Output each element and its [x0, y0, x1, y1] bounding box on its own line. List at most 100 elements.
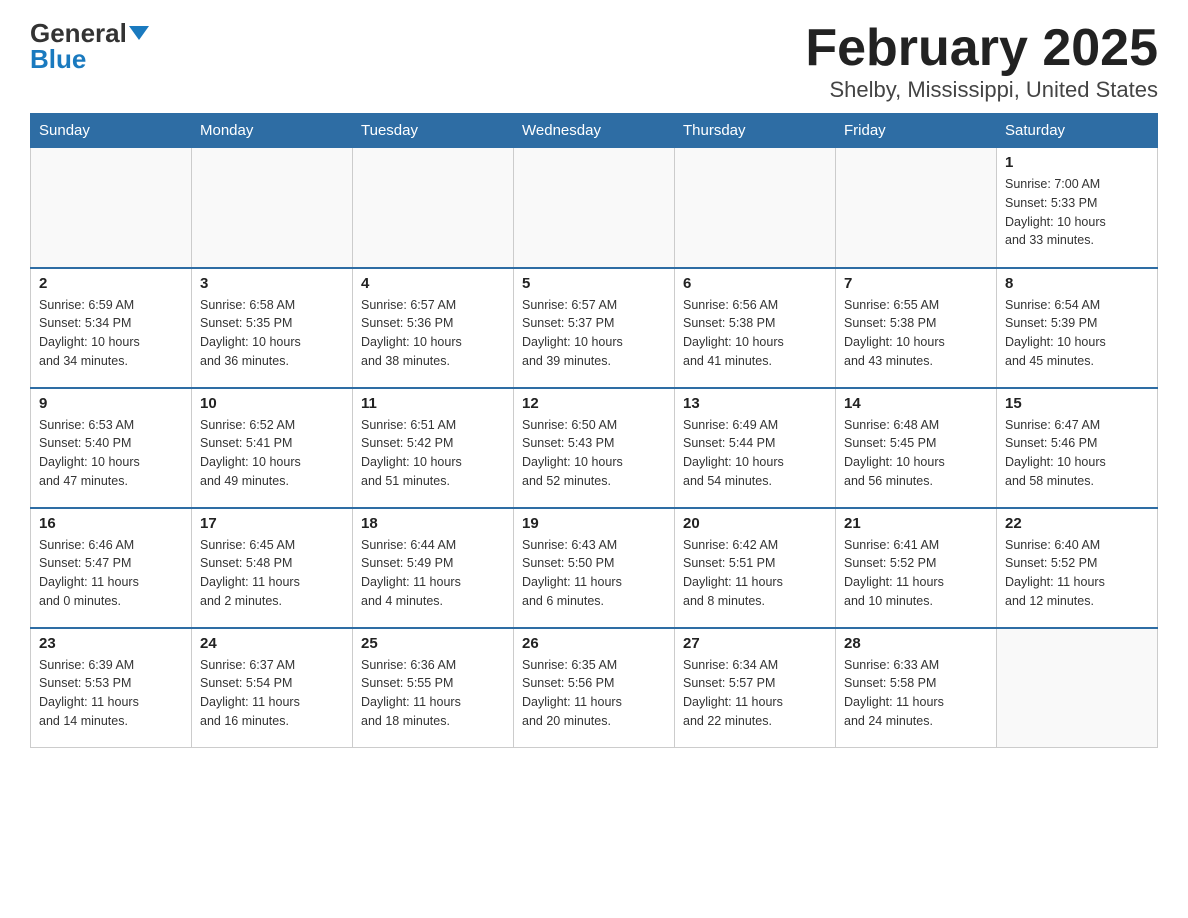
day-info: Sunrise: 6:53 AM Sunset: 5:40 PM Dayligh…: [39, 416, 183, 491]
day-info: Sunrise: 6:46 AM Sunset: 5:47 PM Dayligh…: [39, 536, 183, 611]
day-info: Sunrise: 6:37 AM Sunset: 5:54 PM Dayligh…: [200, 656, 344, 731]
table-row: 25 Sunrise: 6:36 AM Sunset: 5:55 PM Dayli…: [353, 628, 514, 748]
day-number: 5: [522, 275, 666, 292]
table-row: 19Sunrise: 6:43 AM Sunset: 5:50 PM Dayli…: [514, 508, 675, 628]
day-info: Sunrise: 6:56 AM Sunset: 5:38 PM Dayligh…: [683, 296, 827, 371]
day-number: 27: [683, 635, 827, 652]
table-row: 21 Sunrise: 6:41 AM Sunset: 5:52 PM Dayli…: [836, 508, 997, 628]
table-row: 5 Sunrise: 6:57 AM Sunset: 5:37 PM Daylig…: [514, 268, 675, 388]
day-info: Sunrise: 6:50 AM Sunset: 5:43 PM Dayligh…: [522, 416, 666, 491]
day-number: 21: [844, 515, 988, 532]
day-number: 24: [200, 635, 344, 652]
table-row: 22 Sunrise: 6:40 AM Sunset: 5:52 PM Dayli…: [997, 508, 1158, 628]
day-number: 15: [1005, 395, 1149, 412]
day-info: Sunrise: 6:57 AM Sunset: 5:36 PM Dayligh…: [361, 296, 505, 371]
table-row: 15 Sunrise: 6:47 AM Sunset: 5:46 PM Dayli…: [997, 388, 1158, 508]
calendar-header-row: Sunday Monday Tuesday Wednesday Thursday…: [31, 114, 1158, 148]
day-info: Sunrise: 6:33 AM Sunset: 5:58 PM Dayligh…: [844, 656, 988, 731]
day-number: 18: [361, 515, 505, 532]
calendar-table: Sunday Monday Tuesday Wednesday Thursday…: [30, 113, 1158, 748]
table-row: 26 Sunrise: 6:35 AM Sunset: 5:56 PM Dayli…: [514, 628, 675, 748]
table-row: 6 Sunrise: 6:56 AM Sunset: 5:38 PM Daylig…: [675, 268, 836, 388]
table-row: 2Sunrise: 6:59 AM Sunset: 5:34 PM Daylig…: [31, 268, 192, 388]
page-title: February 2025: [805, 20, 1158, 77]
col-saturday: Saturday: [997, 114, 1158, 148]
day-info: Sunrise: 6:34 AM Sunset: 5:57 PM Dayligh…: [683, 656, 827, 731]
calendar-week-row: 1 Sunrise: 7:00 AM Sunset: 5:33 PM Daylig…: [31, 148, 1158, 268]
logo-blue: Blue: [30, 44, 86, 74]
day-info: Sunrise: 6:55 AM Sunset: 5:38 PM Dayligh…: [844, 296, 988, 371]
day-info: Sunrise: 6:45 AM Sunset: 5:48 PM Dayligh…: [200, 536, 344, 611]
table-row: 24 Sunrise: 6:37 AM Sunset: 5:54 PM Dayli…: [192, 628, 353, 748]
day-number: 3: [200, 275, 344, 292]
day-info: Sunrise: 6:57 AM Sunset: 5:37 PM Dayligh…: [522, 296, 666, 371]
col-sunday: Sunday: [31, 114, 192, 148]
table-row: 13 Sunrise: 6:49 AM Sunset: 5:44 PM Dayli…: [675, 388, 836, 508]
day-number: 11: [361, 395, 505, 412]
day-number: 16: [39, 515, 183, 532]
table-row: 28 Sunrise: 6:33 AM Sunset: 5:58 PM Dayli…: [836, 628, 997, 748]
table-row: [353, 148, 514, 268]
day-info: Sunrise: 6:47 AM Sunset: 5:46 PM Dayligh…: [1005, 416, 1149, 491]
calendar-week-row: 9 Sunrise: 6:53 AM Sunset: 5:40 PM Daylig…: [31, 388, 1158, 508]
day-number: 25: [361, 635, 505, 652]
table-row: [31, 148, 192, 268]
page-header: General Blue February 2025 Shelby, Missi…: [30, 20, 1158, 103]
day-info: Sunrise: 6:48 AM Sunset: 5:45 PM Dayligh…: [844, 416, 988, 491]
calendar-week-row: 2Sunrise: 6:59 AM Sunset: 5:34 PM Daylig…: [31, 268, 1158, 388]
day-info: Sunrise: 6:58 AM Sunset: 5:35 PM Dayligh…: [200, 296, 344, 371]
table-row: 14 Sunrise: 6:48 AM Sunset: 5:45 PM Dayli…: [836, 388, 997, 508]
day-info: Sunrise: 6:35 AM Sunset: 5:56 PM Dayligh…: [522, 656, 666, 731]
day-info: Sunrise: 6:41 AM Sunset: 5:52 PM Dayligh…: [844, 536, 988, 611]
day-number: 2: [39, 275, 183, 292]
day-number: 6: [683, 275, 827, 292]
day-number: 28: [844, 635, 988, 652]
day-number: 9: [39, 395, 183, 412]
day-number: 20: [683, 515, 827, 532]
table-row: 3 Sunrise: 6:58 AM Sunset: 5:35 PM Daylig…: [192, 268, 353, 388]
day-info: Sunrise: 6:43 AM Sunset: 5:50 PM Dayligh…: [522, 536, 666, 611]
table-row: 20Sunrise: 6:42 AM Sunset: 5:51 PM Dayli…: [675, 508, 836, 628]
logo-triangle-icon: [129, 26, 149, 40]
table-row: 9 Sunrise: 6:53 AM Sunset: 5:40 PM Daylig…: [31, 388, 192, 508]
logo-general: General: [30, 20, 127, 46]
day-number: 13: [683, 395, 827, 412]
table-row: 8 Sunrise: 6:54 AM Sunset: 5:39 PM Daylig…: [997, 268, 1158, 388]
table-row: [836, 148, 997, 268]
day-info: Sunrise: 6:54 AM Sunset: 5:39 PM Dayligh…: [1005, 296, 1149, 371]
day-info: Sunrise: 6:40 AM Sunset: 5:52 PM Dayligh…: [1005, 536, 1149, 611]
day-info: Sunrise: 6:36 AM Sunset: 5:55 PM Dayligh…: [361, 656, 505, 731]
day-number: 26: [522, 635, 666, 652]
calendar-week-row: 23 Sunrise: 6:39 AM Sunset: 5:53 PM Dayli…: [31, 628, 1158, 748]
day-info: Sunrise: 6:44 AM Sunset: 5:49 PM Dayligh…: [361, 536, 505, 611]
table-row: 16 Sunrise: 6:46 AM Sunset: 5:47 PM Dayli…: [31, 508, 192, 628]
day-number: 23: [39, 635, 183, 652]
day-number: 22: [1005, 515, 1149, 532]
table-row: [192, 148, 353, 268]
day-info: Sunrise: 6:51 AM Sunset: 5:42 PM Dayligh…: [361, 416, 505, 491]
logo: General Blue: [30, 20, 149, 73]
day-info: Sunrise: 6:39 AM Sunset: 5:53 PM Dayligh…: [39, 656, 183, 731]
day-info: Sunrise: 7:00 AM Sunset: 5:33 PM Dayligh…: [1005, 175, 1149, 250]
table-row: [514, 148, 675, 268]
day-number: 4: [361, 275, 505, 292]
table-row: [675, 148, 836, 268]
col-monday: Monday: [192, 114, 353, 148]
day-info: Sunrise: 6:49 AM Sunset: 5:44 PM Dayligh…: [683, 416, 827, 491]
day-number: 17: [200, 515, 344, 532]
day-number: 12: [522, 395, 666, 412]
table-row: 23 Sunrise: 6:39 AM Sunset: 5:53 PM Dayli…: [31, 628, 192, 748]
table-row: 1 Sunrise: 7:00 AM Sunset: 5:33 PM Daylig…: [997, 148, 1158, 268]
table-row: 17 Sunrise: 6:45 AM Sunset: 5:48 PM Dayli…: [192, 508, 353, 628]
day-number: 10: [200, 395, 344, 412]
page-subtitle: Shelby, Mississippi, United States: [805, 77, 1158, 103]
table-row: [997, 628, 1158, 748]
day-number: 8: [1005, 275, 1149, 292]
table-row: 27 Sunrise: 6:34 AM Sunset: 5:57 PM Dayli…: [675, 628, 836, 748]
day-info: Sunrise: 6:52 AM Sunset: 5:41 PM Dayligh…: [200, 416, 344, 491]
table-row: 10 Sunrise: 6:52 AM Sunset: 5:41 PM Dayli…: [192, 388, 353, 508]
col-thursday: Thursday: [675, 114, 836, 148]
table-row: 7Sunrise: 6:55 AM Sunset: 5:38 PM Daylig…: [836, 268, 997, 388]
day-number: 1: [1005, 154, 1149, 171]
day-number: 14: [844, 395, 988, 412]
